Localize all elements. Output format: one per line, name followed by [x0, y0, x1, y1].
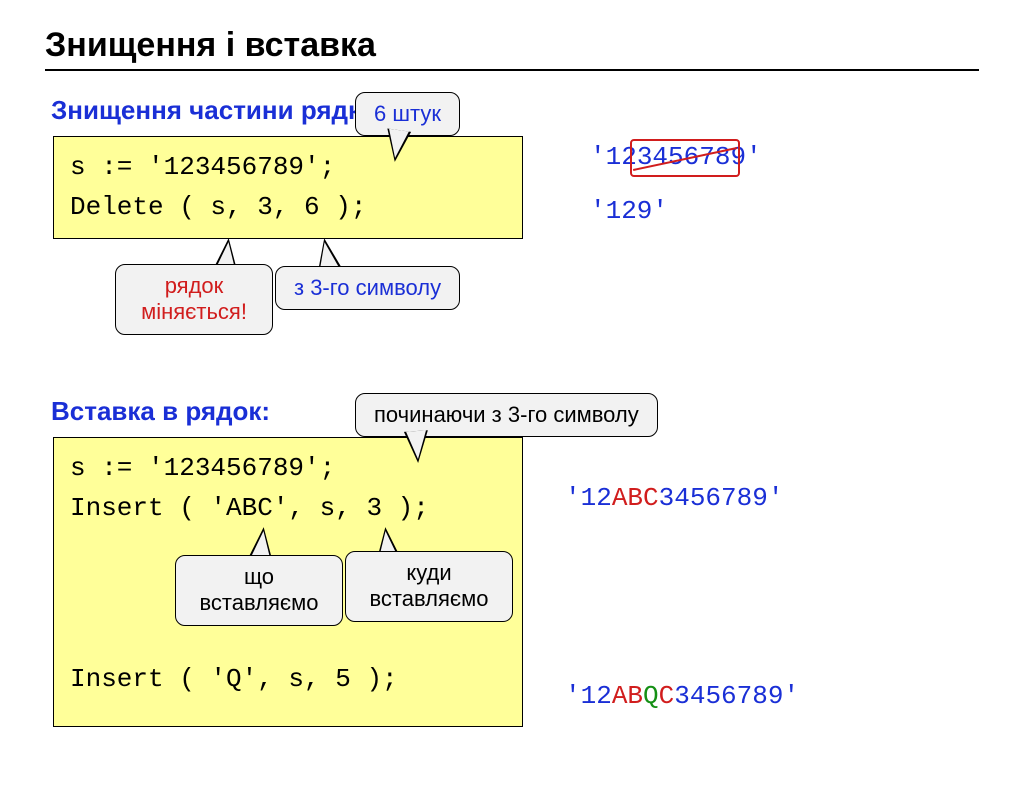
oi1-c: 3456789' — [659, 483, 784, 513]
output-delete-after: '129' — [590, 196, 668, 226]
callout-pos2-tail-fill — [406, 430, 428, 459]
callout-what: що вставляємо — [175, 555, 343, 626]
callout-count-tail-fill — [385, 129, 409, 160]
oi2-b: AB — [612, 681, 643, 711]
callout-position: з 3-го символу — [275, 266, 460, 310]
strike-line — [633, 147, 737, 171]
page-title: Знищення і вставка — [45, 26, 979, 65]
code-line2: Delete ( s, 3, 6 ); — [70, 187, 506, 227]
oi2-c: Q — [643, 681, 659, 711]
code2-line3: Insert ( 'Q', s, 5 ); — [70, 659, 506, 699]
callout-count: 6 штук — [355, 92, 460, 136]
code-block-delete: s := '123456789'; Delete ( s, 3, 6 ); — [53, 136, 523, 239]
output-delete-before: '123456789' — [590, 142, 762, 172]
code2-line2: Insert ( 'ABC', s, 3 ); — [70, 488, 506, 528]
section1-area: s := '123456789'; Delete ( s, 3, 6 ); 6 … — [45, 136, 979, 396]
oi2-e: 3456789' — [674, 681, 799, 711]
code-line1: s := '123456789'; — [70, 147, 506, 187]
oi2-d: C — [659, 681, 675, 711]
callout-row-changes: рядок міняється! — [115, 264, 273, 335]
code2-line1: s := '123456789'; — [70, 448, 506, 488]
output-insert2: '12ABQC3456789' — [565, 681, 799, 711]
output-insert1: '12ABC3456789' — [565, 483, 783, 513]
oi2-a: '12 — [565, 681, 612, 711]
callout-pos2: починаючи з 3-го символу — [355, 393, 658, 437]
section1-heading: Знищення частини рядка: — [51, 95, 979, 126]
oi1-b: ABC — [612, 483, 659, 513]
strike-box — [630, 139, 740, 177]
section2-area: s := '123456789'; Insert ( 'ABC', s, 3 )… — [45, 437, 979, 797]
title-divider — [45, 69, 979, 71]
oi1-a: '12 — [565, 483, 612, 513]
callout-where: куди вставляємо — [345, 551, 513, 622]
